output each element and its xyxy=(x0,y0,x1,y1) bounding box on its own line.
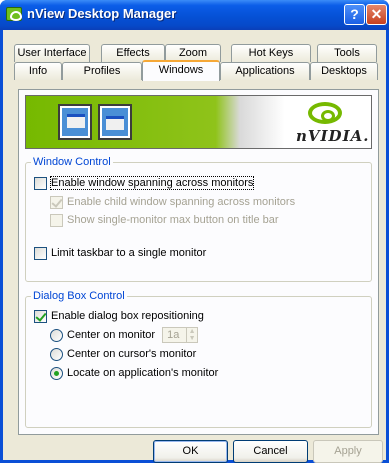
limit-taskbar-label: Limit taskbar to a single monitor xyxy=(51,247,207,259)
locate-on-app-option[interactable]: Locate on application's monitor xyxy=(50,367,218,381)
show-max-button-label: Show single-monitor max button on title … xyxy=(67,214,279,226)
tab-info[interactable]: Info xyxy=(14,62,62,80)
nvidia-logo-text: nVIDIA. xyxy=(296,127,370,145)
monitor-number-value: 1a xyxy=(167,329,180,341)
tab-user-interface[interactable]: User Interface xyxy=(14,44,90,62)
enable-repositioning-label: Enable dialog box repositioning xyxy=(51,310,204,322)
enable-repositioning-option[interactable]: Enable dialog box repositioning xyxy=(34,310,204,324)
tab-windows[interactable]: Windows xyxy=(142,60,220,81)
monitor-icon-right xyxy=(98,104,132,140)
tab-applications[interactable]: Applications xyxy=(220,62,310,80)
nvidia-banner: nVIDIA. xyxy=(25,95,372,149)
enable-child-spanning-checkbox[interactable] xyxy=(50,196,63,209)
center-on-cursor-label: Center on cursor's monitor xyxy=(67,348,197,360)
limit-taskbar-checkbox[interactable] xyxy=(34,247,47,260)
title-bar[interactable]: nView Desktop Manager ? ✕ xyxy=(0,0,389,30)
center-on-cursor-option[interactable]: Center on cursor's monitor xyxy=(50,348,196,362)
windows-tab-panel: nVIDIA. Window Control Enable window spa… xyxy=(18,89,379,435)
show-max-button-option[interactable]: Show single-monitor max button on title … xyxy=(50,214,279,228)
enable-child-spanning-option[interactable]: Enable child window spanning across moni… xyxy=(50,196,295,210)
tab-profiles[interactable]: Profiles xyxy=(62,62,142,80)
center-on-monitor-option[interactable]: Center on monitor 1a ▲ ▼ xyxy=(50,327,199,343)
enable-spanning-checkbox[interactable] xyxy=(34,177,47,190)
center-on-cursor-radio[interactable] xyxy=(50,348,63,361)
nvidia-eye-logo-icon xyxy=(308,102,342,124)
enable-repositioning-checkbox[interactable] xyxy=(34,310,47,323)
dialog-client-area: User Interface Effects Zoom Hot Keys Too… xyxy=(3,30,386,463)
tab-desktops[interactable]: Desktops xyxy=(310,62,378,80)
center-on-monitor-label: Center on monitor xyxy=(67,329,156,341)
show-max-button-checkbox[interactable] xyxy=(50,214,63,227)
tab-hot-keys[interactable]: Hot Keys xyxy=(231,44,311,62)
locate-on-app-label: Locate on application's monitor xyxy=(67,367,219,379)
tab-tools[interactable]: Tools xyxy=(317,44,377,62)
window-title: nView Desktop Manager xyxy=(27,6,177,21)
nview-app-icon xyxy=(6,7,22,21)
monitor-icon-left xyxy=(58,104,92,140)
close-button[interactable]: ✕ xyxy=(366,4,387,25)
enable-spanning-option[interactable]: Enable window spanning across monitors xyxy=(34,176,255,191)
window-control-label: Window Control xyxy=(31,156,113,168)
enable-child-spanning-label: Enable child window spanning across moni… xyxy=(67,196,296,208)
app-window: nView Desktop Manager ? ✕ User Interface… xyxy=(0,0,389,463)
enable-spanning-label: Enable window spanning across monitors xyxy=(49,176,255,190)
limit-taskbar-option[interactable]: Limit taskbar to a single monitor xyxy=(34,247,206,261)
stepper-arrows-icon[interactable]: ▲ ▼ xyxy=(186,328,197,342)
dialog-box-control-group: Dialog Box Control Enable dialog box rep… xyxy=(25,290,372,428)
cancel-button[interactable]: Cancel xyxy=(233,440,308,463)
apply-button[interactable]: Apply xyxy=(313,440,383,463)
help-button[interactable]: ? xyxy=(344,4,365,25)
locate-on-app-radio[interactable] xyxy=(50,367,63,380)
monitor-number-stepper[interactable]: 1a ▲ ▼ xyxy=(162,327,199,343)
dialog-box-control-label: Dialog Box Control xyxy=(31,290,127,302)
ok-button[interactable]: OK xyxy=(153,440,228,463)
center-on-monitor-radio[interactable] xyxy=(50,329,63,342)
window-control-group: Window Control Enable window spanning ac… xyxy=(25,156,372,282)
